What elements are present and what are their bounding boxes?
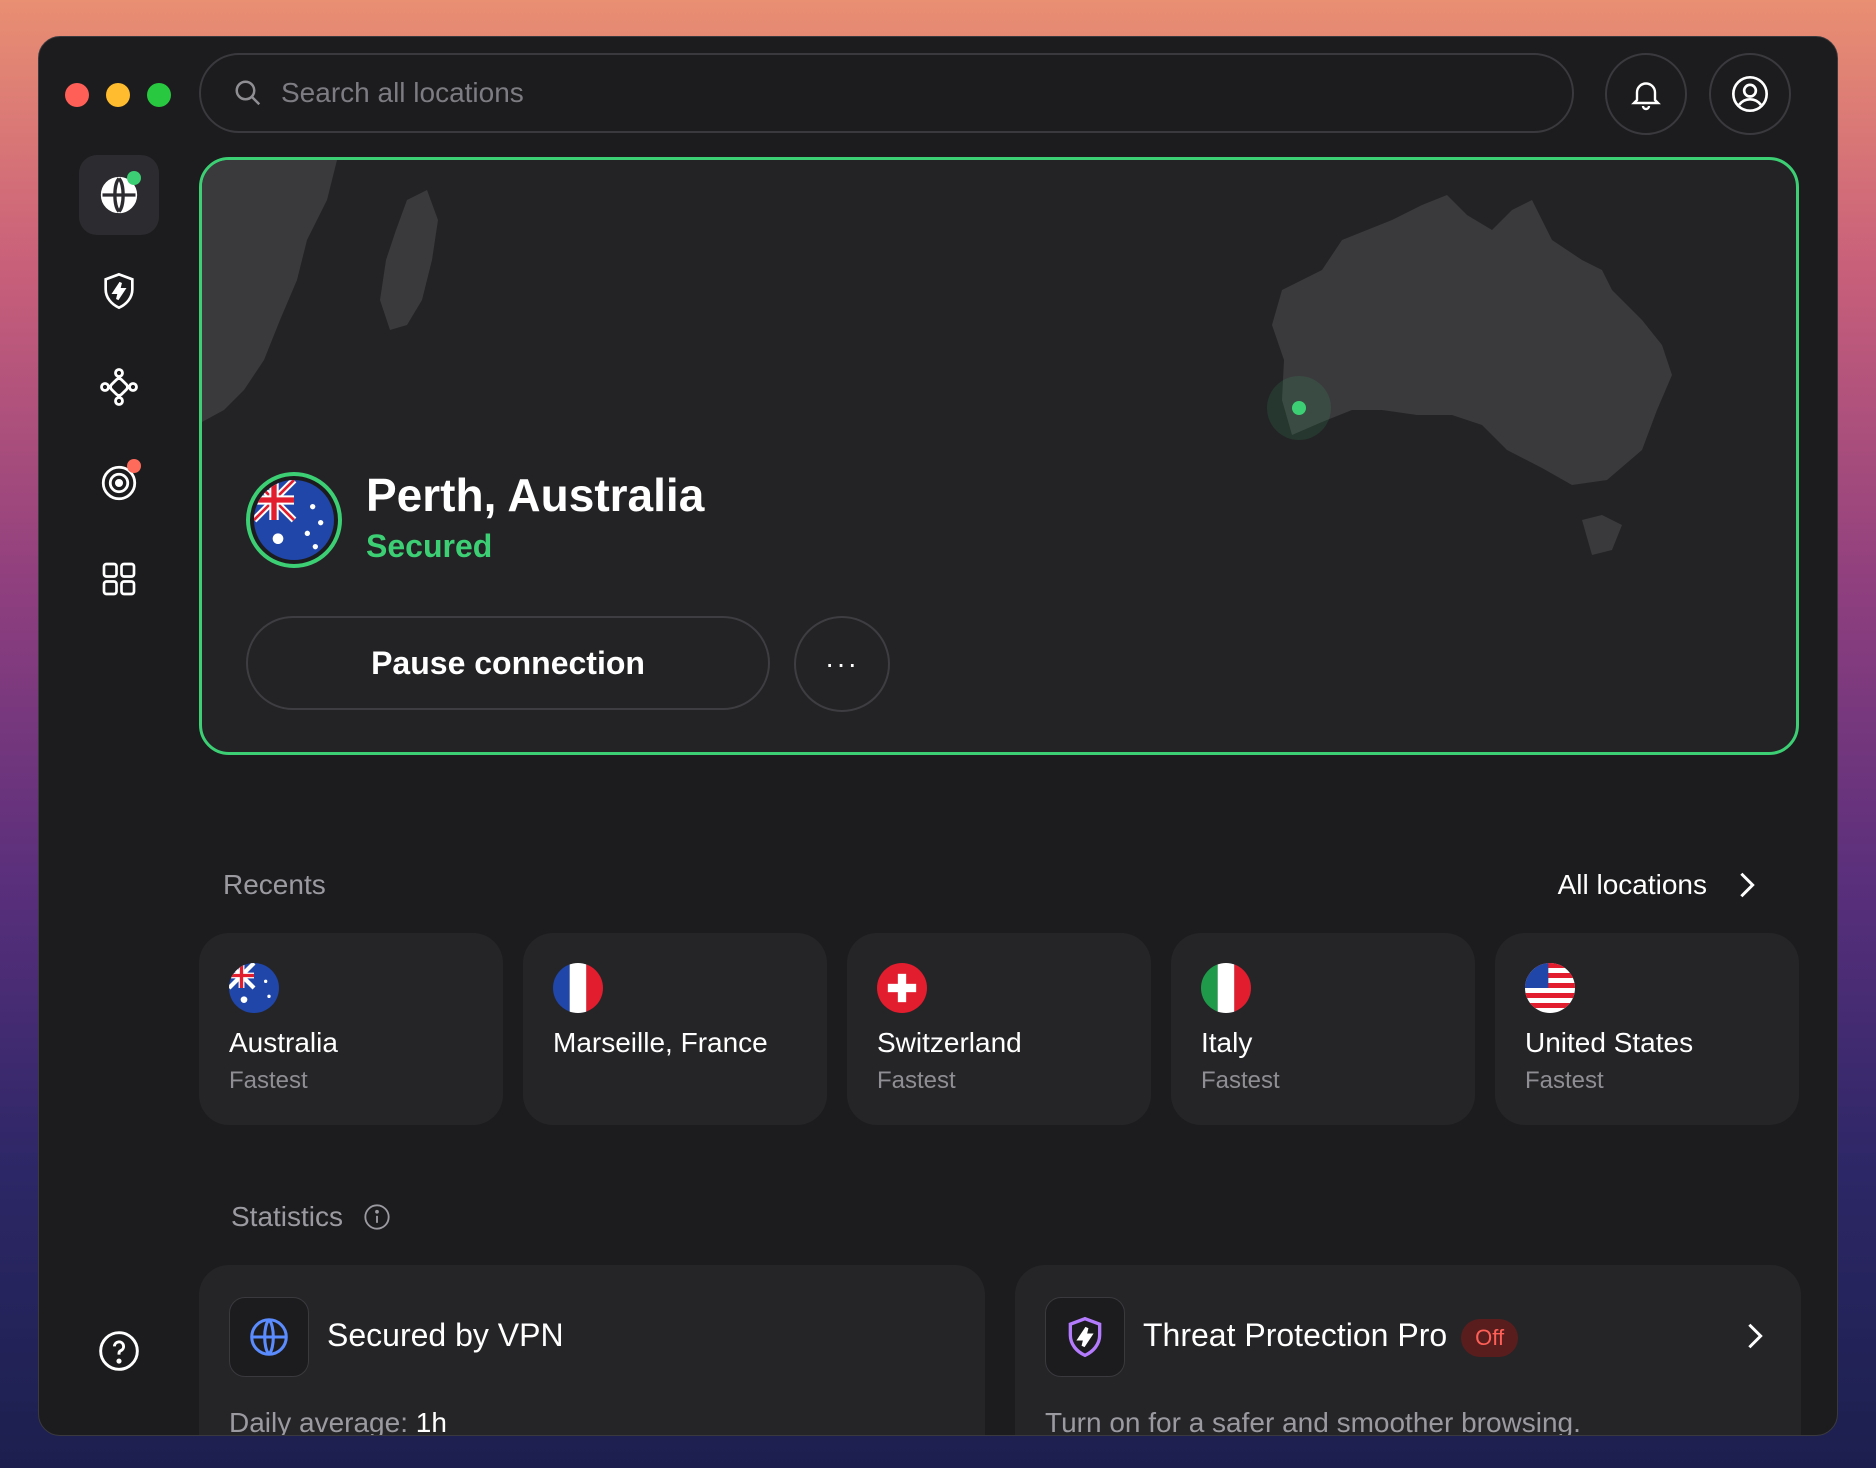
window-controls	[65, 83, 171, 107]
chevron-right-icon[interactable]	[1745, 1321, 1765, 1351]
all-locations-link[interactable]: All locations	[1558, 869, 1757, 901]
app-window: Search all locations Perth, Australia Se…	[38, 36, 1838, 1436]
all-locations-label: All locations	[1557, 869, 1707, 900]
recents-list: Australia Fastest Marseille, France Swit…	[199, 933, 1799, 1125]
more-options-button[interactable]: ···	[794, 616, 890, 712]
recent-sub: Fastest	[1201, 1067, 1280, 1094]
vpn-stat-icon-box	[229, 1297, 309, 1377]
recent-card-australia[interactable]: Australia Fastest	[199, 933, 503, 1125]
recents-title: Recents	[223, 869, 326, 900]
account-button[interactable]	[1709, 53, 1791, 135]
meshnet-icon	[100, 368, 138, 406]
recent-name: United States	[1525, 1027, 1694, 1058]
recent-sub: Fastest	[877, 1067, 956, 1094]
statistics-title: Statistics	[231, 1201, 344, 1232]
vpn-stat-value: 1h	[415, 1407, 447, 1436]
vpn-stat-title: Secured by VPN	[327, 1317, 564, 1353]
notifications-button[interactable]	[1605, 53, 1687, 135]
threat-stat-icon-box	[1045, 1297, 1125, 1377]
threat-stat-title: Threat Protection Pro Off	[1143, 1317, 1519, 1357]
vpn-stat-card[interactable]: Secured by VPN Daily average: 1h	[199, 1265, 985, 1436]
location-flag	[246, 472, 342, 568]
us-flag-icon	[1525, 963, 1575, 1013]
connection-card: Perth, Australia Secured Pause connectio…	[199, 157, 1799, 755]
australia-flag-icon	[229, 963, 279, 1013]
sidebar-item-apps[interactable]	[79, 539, 159, 619]
threat-stat-sub: Turn on for a safer and smoother browsin…	[1045, 1407, 1581, 1436]
globe-icon	[250, 1318, 288, 1356]
help-button[interactable]	[79, 1311, 159, 1391]
help-icon	[99, 1331, 139, 1371]
grid-icon	[102, 562, 136, 596]
recent-card-italy[interactable]: Italy Fastest	[1171, 933, 1475, 1125]
sidebar-item-dark-web-monitor[interactable]	[79, 443, 159, 523]
recent-card-switzerland[interactable]: Switzerland Fastest	[847, 933, 1151, 1125]
shield-bolt-icon	[1068, 1316, 1102, 1358]
chevron-right-icon	[1740, 872, 1755, 898]
recent-name: Marseille, France	[553, 1027, 768, 1058]
vpn-stat-label: Daily average:	[229, 1407, 408, 1436]
connected-indicator	[127, 171, 141, 185]
sidebar-item-threat-protection[interactable]	[79, 251, 159, 331]
threat-protection-card[interactable]: Threat Protection Pro Off Turn on for a s…	[1015, 1265, 1801, 1436]
recent-name: Switzerland	[877, 1027, 1022, 1058]
alert-indicator	[127, 459, 141, 473]
user-icon	[1732, 76, 1768, 112]
recent-card-france[interactable]: Marseille, France	[523, 933, 827, 1125]
search-icon	[235, 80, 261, 106]
australia-flag-icon	[251, 477, 334, 560]
recent-name: Italy	[1201, 1027, 1253, 1058]
sidebar	[79, 155, 159, 635]
italy-flag-icon	[1201, 963, 1251, 1013]
connected-location: Perth, Australia	[366, 469, 705, 521]
sidebar-item-vpn[interactable]	[79, 155, 159, 235]
search-placeholder: Search all locations	[281, 77, 524, 108]
pause-connection-button[interactable]: Pause connection	[246, 616, 770, 710]
zoom-window-button[interactable]	[147, 83, 171, 107]
statistics-cards: Secured by VPN Daily average: 1h Threat …	[199, 1265, 1801, 1436]
search-input[interactable]: Search all locations	[199, 53, 1574, 133]
close-window-button[interactable]	[65, 83, 89, 107]
threat-title-text: Threat Protection Pro	[1143, 1317, 1448, 1353]
minimize-window-button[interactable]	[106, 83, 130, 107]
recent-name: Australia	[229, 1027, 338, 1058]
statistics-header: Statistics	[231, 1201, 391, 1233]
switzerland-flag-icon	[877, 963, 927, 1013]
status-badge: Off	[1461, 1318, 1519, 1357]
info-icon[interactable]	[363, 1203, 391, 1231]
connection-status: Secured	[366, 528, 493, 564]
bell-icon	[1631, 82, 1661, 111]
recent-sub: Fastest	[1525, 1067, 1604, 1094]
recent-card-united-states[interactable]: United States Fastest	[1495, 933, 1799, 1125]
shield-bolt-icon	[104, 272, 134, 310]
france-flag-icon	[553, 963, 603, 1013]
sidebar-item-meshnet[interactable]	[79, 347, 159, 427]
vpn-stat-sub: Daily average: 1h	[229, 1407, 447, 1436]
recent-sub: Fastest	[229, 1067, 308, 1094]
